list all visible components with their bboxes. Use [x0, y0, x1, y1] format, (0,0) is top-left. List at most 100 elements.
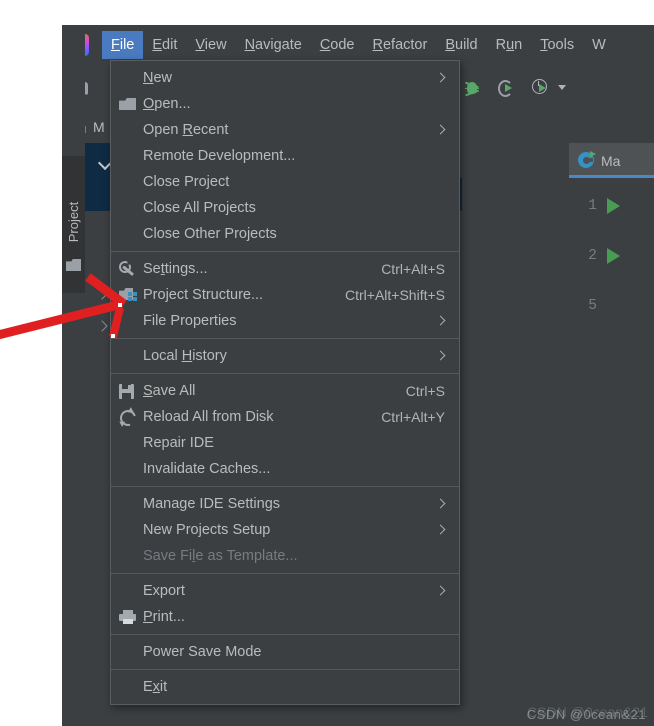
menu-item-icon-placeholder — [117, 642, 139, 662]
line-number: 1 — [588, 198, 597, 214]
menu-item-label: Settings... — [143, 261, 208, 277]
menu-item-save-file-as-template: Save File as Template... — [111, 543, 459, 569]
menu-item-label: Reload All from Disk — [143, 409, 274, 425]
menu-item-file-properties[interactable]: File Properties — [111, 308, 459, 334]
menu-item-label: Manage IDE Settings — [143, 496, 281, 512]
menu-item-icon-placeholder — [117, 198, 139, 218]
menu-item-label: New Projects Setup — [143, 522, 271, 538]
menubar-item-navigate[interactable]: Navigate — [236, 31, 311, 59]
menu-item-shortcut: Ctrl+Alt+S — [381, 261, 445, 277]
menu-item-icon-placeholder — [117, 68, 139, 88]
reload-icon — [117, 407, 139, 429]
toolbar-dropdown-caret-icon[interactable] — [556, 78, 568, 98]
line-number: 2 — [588, 248, 597, 264]
menu-separator — [111, 573, 459, 574]
menu-item-label: New — [143, 70, 173, 86]
menu-item-label: Invalidate Caches... — [143, 461, 271, 477]
tree-expand-chevron-icon[interactable] — [98, 322, 108, 332]
run-gutter-icon[interactable] — [607, 248, 620, 264]
menu-item-close-project[interactable]: Close Project — [111, 169, 459, 195]
menu-item-print[interactable]: Print... — [111, 604, 459, 630]
menu-item-label: Local History — [143, 348, 227, 364]
menu-item-icon-placeholder — [117, 459, 139, 479]
menu-item-icon-placeholder — [117, 520, 139, 540]
menu-separator — [111, 634, 459, 635]
menu-item-invalidate-caches[interactable]: Invalidate Caches... — [111, 456, 459, 482]
tree-expand-chevron-icon[interactable] — [98, 290, 108, 300]
submenu-chevron-icon — [437, 500, 445, 508]
menubar-item-refactor[interactable]: Refactor — [364, 31, 437, 59]
project-folder-icon — [66, 259, 81, 271]
menu-item-icon-placeholder — [117, 224, 139, 244]
menubar-item-file[interactable]: File — [102, 31, 144, 59]
menubar-item-code[interactable]: Code — [311, 31, 364, 59]
menu-item-label: Open... — [143, 96, 191, 112]
menubar-item-tools[interactable]: Tools — [531, 31, 583, 59]
editor-gutter: 1 2 5 — [569, 178, 654, 726]
menu-item-label: Project Structure... — [143, 287, 264, 303]
menu-item-repair-ide[interactable]: Repair IDE — [111, 430, 459, 456]
wrench-icon — [117, 259, 139, 279]
menu-item-power-save-mode[interactable]: Power Save Mode — [111, 639, 459, 665]
menu-item-icon-placeholder — [117, 146, 139, 166]
menu-item-export[interactable]: Export — [111, 578, 459, 604]
menu-item-close-other-projects[interactable]: Close Other Projects — [111, 221, 459, 247]
file-menu-popup[interactable]: New Open... Open Recent Remote Development.… — [110, 60, 460, 705]
submenu-chevron-icon — [437, 74, 445, 82]
menu-item-close-all-projects[interactable]: Close All Projects — [111, 195, 459, 221]
menu-item-shortcut: Ctrl+S — [405, 383, 445, 399]
project-toolwindow-stripe[interactable]: Project — [62, 156, 85, 293]
print-icon — [117, 607, 139, 627]
submenu-chevron-icon — [437, 126, 445, 134]
run-with-coverage-icon[interactable] — [496, 78, 516, 98]
submenu-chevron-icon — [437, 526, 445, 534]
menubar-item-w[interactable]: W — [583, 31, 615, 59]
menu-item-icon-placeholder — [117, 120, 139, 140]
project-stripe-label[interactable]: Project — [63, 187, 85, 257]
menu-item-label: Exit — [143, 679, 168, 695]
gutter-line: 1 — [569, 192, 654, 220]
menu-item-label: Close All Projects — [143, 200, 256, 216]
menu-item-reload-all-from-disk[interactable]: Reload All from Disk Ctrl+Alt+Y — [111, 404, 459, 430]
run-gutter-icon[interactable] — [607, 198, 620, 214]
menu-item-settings[interactable]: Settings... Ctrl+Alt+S — [111, 256, 459, 282]
debug-icon[interactable] — [462, 78, 482, 98]
menu-item-label: Open Recent — [143, 122, 229, 138]
menu-item-icon-placeholder — [117, 546, 139, 566]
menu-item-new[interactable]: New — [111, 65, 459, 91]
menu-item-label: Close Other Projects — [143, 226, 277, 242]
menu-separator — [111, 373, 459, 374]
ide-window: IJ FileEditViewNavigateCodeRefactorBuild… — [62, 25, 654, 726]
module-label: M — [93, 118, 105, 135]
menu-item-new-projects-setup[interactable]: New Projects Setup — [111, 517, 459, 543]
menu-item-remote-development[interactable]: Remote Development... — [111, 143, 459, 169]
menu-item-label: Print... — [143, 609, 185, 625]
menu-item-exit[interactable]: Exit — [111, 674, 459, 700]
save-icon — [117, 381, 139, 401]
project-structure-icon — [117, 285, 139, 305]
editor-tab[interactable]: Ma — [569, 143, 654, 178]
gradle-file-icon — [578, 151, 596, 169]
submenu-chevron-icon — [437, 352, 445, 360]
menu-item-local-history[interactable]: Local History — [111, 343, 459, 369]
gutter-line: 2 — [569, 242, 654, 270]
menubar-item-build[interactable]: Build — [436, 31, 486, 59]
menubar-item-run[interactable]: Run — [487, 31, 532, 59]
menubar-item-edit[interactable]: Edit — [143, 31, 186, 59]
menu-separator — [111, 669, 459, 670]
folder-icon — [117, 94, 139, 114]
menu-separator — [111, 486, 459, 487]
menu-item-project-structure[interactable]: Project Structure... Ctrl+Alt+Shift+S — [111, 282, 459, 308]
menubar-item-view[interactable]: View — [186, 31, 235, 59]
menu-item-open[interactable]: Open... — [111, 91, 459, 117]
menu-item-save-all[interactable]: Save All Ctrl+S — [111, 378, 459, 404]
menu-item-icon-placeholder — [117, 433, 139, 453]
menu-item-open-recent[interactable]: Open Recent — [111, 117, 459, 143]
menu-item-manage-ide-settings[interactable]: Manage IDE Settings — [111, 491, 459, 517]
submenu-chevron-icon — [437, 587, 445, 595]
submenu-chevron-icon — [437, 317, 445, 325]
profiler-icon[interactable] — [530, 78, 550, 98]
line-number: 5 — [588, 298, 597, 314]
menu-item-label: Export — [143, 583, 185, 599]
main-menu-bar: IJ FileEditViewNavigateCodeRefactorBuild… — [62, 25, 654, 65]
